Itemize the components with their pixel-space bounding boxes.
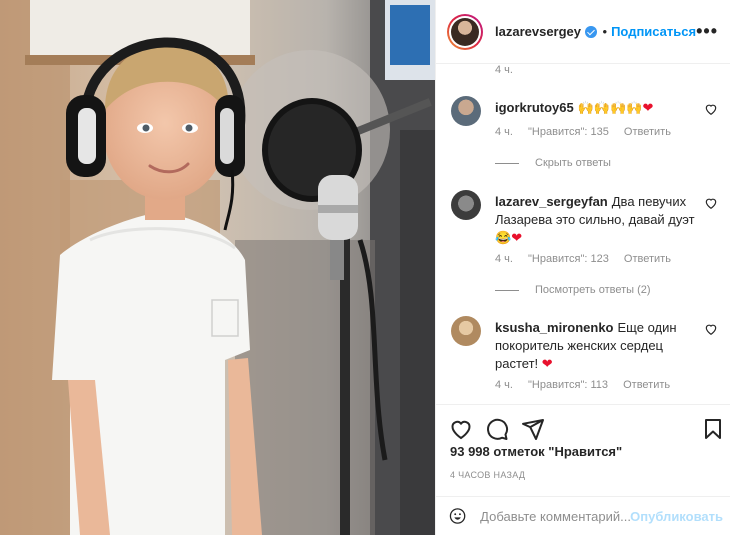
view-replies-label: Посмотреть ответы (2)	[535, 284, 651, 296]
comment-bubble-icon[interactable]	[485, 417, 509, 441]
comment-likes[interactable]: "Нравится": 123	[528, 253, 609, 265]
more-options-button[interactable]: •••	[696, 21, 718, 42]
verified-badge-icon	[585, 25, 597, 38]
comment-emoji: 🙌🙌🙌🙌	[577, 100, 643, 115]
comment-input[interactable]	[480, 508, 631, 524]
heart-emoji: ❤	[642, 100, 654, 115]
post-header: lazarevsergey • Подписаться •••	[436, 0, 730, 64]
comment-avatar[interactable]	[451, 96, 481, 126]
post-panel: lazarevsergey • Подписаться ••• 4 ч. igo…	[435, 0, 730, 535]
author-username[interactable]: lazarevsergey	[495, 24, 581, 39]
comment-avatar[interactable]	[451, 316, 481, 346]
comment-username[interactable]: lazarev_sergeyfan	[495, 194, 608, 209]
like-comment-heart-icon[interactable]	[704, 102, 718, 116]
like-heart-icon[interactable]	[449, 417, 473, 441]
comment-username[interactable]: igorkrutoy65	[495, 100, 574, 115]
likes-count[interactable]: 93 998 отметок "Нравится"	[450, 444, 622, 459]
hide-replies-label: Скрыть ответы	[535, 157, 611, 169]
comment-meta: 4 ч. "Нравится": 113 Ответить	[495, 379, 682, 391]
laugh-emoji: 😂	[495, 230, 512, 245]
comment-meta: 4 ч. "Нравится": 135 Ответить	[495, 126, 683, 138]
comment-username[interactable]: ksusha_mironenko	[495, 320, 614, 335]
add-comment-bar: Опубликовать	[436, 496, 730, 535]
caption-timestamp: 4 ч.	[495, 64, 513, 76]
post-timestamp[interactable]: 4 часов назад	[450, 470, 525, 480]
comment-text: lazarev_sergeyfan Два певучих Лазарева эт…	[495, 193, 703, 247]
view-replies-button[interactable]: Посмотреть ответы (2)	[495, 284, 651, 296]
comments-list[interactable]: 4 ч. igorkrutoy65 🙌🙌🙌🙌❤ 4 ч. "Нравится": …	[436, 64, 730, 404]
author-avatar[interactable]	[447, 13, 483, 50]
publish-button[interactable]: Опубликовать	[630, 509, 723, 524]
comment-likes[interactable]: "Нравится": 135	[528, 126, 609, 138]
heart-emoji: ❤	[541, 356, 553, 371]
follow-button[interactable]: Подписаться	[611, 24, 696, 39]
reply-button[interactable]: Ответить	[623, 379, 670, 391]
comment-text: igorkrutoy65 🙌🙌🙌🙌❤	[495, 99, 703, 117]
separator-dot: •	[602, 24, 608, 39]
comment-likes[interactable]: "Нравится": 113	[528, 379, 608, 391]
reply-button[interactable]: Ответить	[624, 126, 671, 138]
post-photo[interactable]	[0, 0, 435, 535]
hide-replies-button[interactable]: Скрыть ответы	[495, 157, 611, 169]
post-image	[0, 0, 435, 535]
reply-button[interactable]: Ответить	[624, 253, 671, 265]
like-comment-heart-icon[interactable]	[704, 196, 718, 210]
emoji-smile-icon[interactable]	[449, 504, 466, 528]
comment-time: 4 ч.	[495, 379, 513, 391]
share-send-icon[interactable]	[521, 417, 545, 441]
heart-emoji: ❤	[511, 230, 523, 245]
like-comment-heart-icon[interactable]	[704, 322, 718, 336]
comment-text: ksusha_mironenko Еще один покоритель женс…	[495, 319, 703, 373]
comment-time: 4 ч.	[495, 126, 513, 138]
save-bookmark-icon[interactable]	[701, 417, 725, 441]
comment-time: 4 ч.	[495, 253, 513, 265]
comment-avatar[interactable]	[451, 190, 481, 220]
comment-meta: 4 ч. "Нравится": 123 Ответить	[495, 253, 683, 265]
